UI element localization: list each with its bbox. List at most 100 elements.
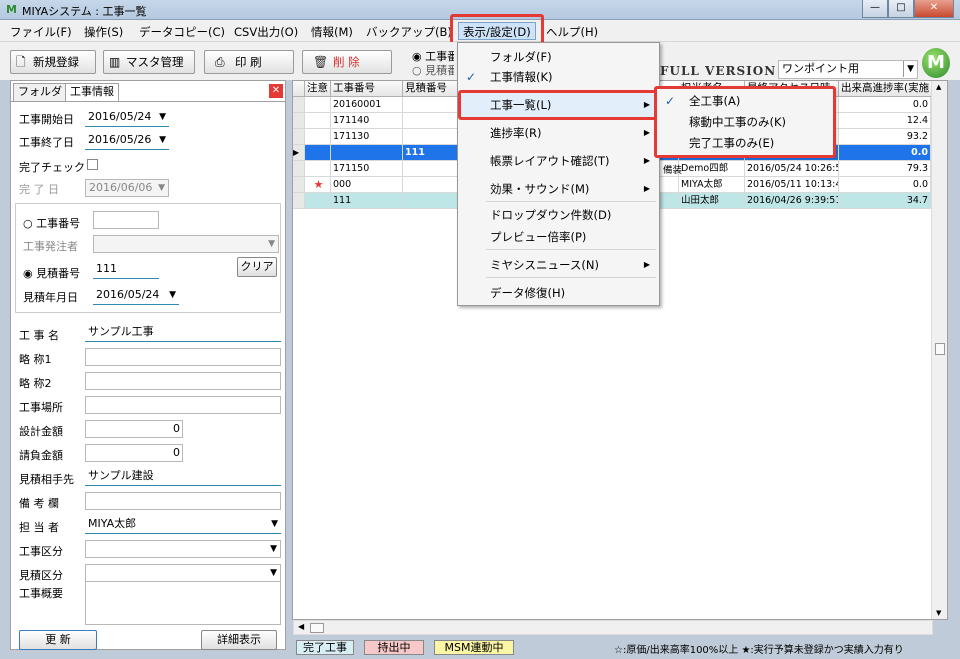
grid-cell[interactable]: [305, 129, 331, 145]
complete-checkbox[interactable]: [87, 159, 98, 170]
menu-help[interactable]: ヘルプ(H): [546, 24, 598, 40]
grid-cell[interactable]: ★: [305, 177, 331, 193]
grid-cell[interactable]: 20160001: [331, 97, 403, 113]
grid-cell[interactable]: 111: [403, 145, 463, 161]
short-name1-input[interactable]: [85, 348, 281, 366]
grid-cell[interactable]: [305, 113, 331, 129]
h-scrollbar-thumb[interactable]: [310, 623, 324, 633]
grid-cell[interactable]: 0.0: [839, 97, 931, 113]
menu-item-data-repair[interactable]: データ修復(H): [458, 281, 658, 305]
radio-mitsumori-number[interactable]: ◉ 見積番号: [23, 265, 80, 281]
maximize-button[interactable]: □: [888, 0, 914, 18]
tab-folder[interactable]: フォルダ: [13, 83, 67, 101]
delete-button[interactable]: 🗑 削 除: [302, 50, 392, 74]
menu-item-dropdown-count[interactable]: ドロップダウン件数(D): [458, 203, 658, 227]
end-date-input[interactable]: 2016/05/26 ▼: [85, 132, 169, 150]
koji-name-input[interactable]: サンプル工事: [85, 324, 281, 342]
mode-select[interactable]: ワンポイント用 ▼: [778, 60, 918, 79]
menu-file[interactable]: ファイル(F): [10, 24, 72, 40]
grid-cell[interactable]: [305, 161, 331, 177]
menu-operation[interactable]: 操作(S): [84, 24, 123, 40]
mitsumori-number-input[interactable]: 111: [93, 261, 159, 279]
grid-cell[interactable]: 111: [331, 193, 403, 209]
col-header[interactable]: 出来高進捗率(実施: [839, 81, 937, 97]
grid-cell[interactable]: 12.4: [839, 113, 931, 129]
menu-item-preview-zoom[interactable]: プレビュー倍率(P): [458, 225, 658, 249]
grid-cell[interactable]: [305, 145, 331, 161]
koji-category-select[interactable]: ▼: [85, 540, 281, 558]
grid-cell[interactable]: [403, 177, 463, 193]
menu-item-progress[interactable]: 進捗率(R) ▶: [458, 121, 658, 145]
horizontal-scrollbar[interactable]: ◀: [293, 620, 933, 635]
grid-cell[interactable]: 93.2: [839, 129, 931, 145]
menu-backup[interactable]: バックアップ(B): [366, 24, 456, 40]
menu-item-layout[interactable]: 帳票レイアウト確認(T) ▶: [458, 149, 658, 173]
row-header[interactable]: [293, 97, 305, 113]
grid-cell[interactable]: [305, 193, 331, 209]
scroll-left-icon[interactable]: ◀: [298, 622, 304, 631]
menu-data-copy[interactable]: データコピー(C): [139, 24, 225, 40]
grid-cell[interactable]: [403, 97, 463, 113]
vertical-scrollbar[interactable]: ▲ ▼: [931, 81, 947, 619]
grid-cell[interactable]: 171130: [331, 129, 403, 145]
location-input[interactable]: [85, 396, 281, 414]
grid-cell[interactable]: MIYA太郎: [679, 177, 745, 193]
complete-date-input[interactable]: 2016/06/06 ▼: [85, 179, 169, 197]
row-header[interactable]: [293, 129, 305, 145]
grid-cell[interactable]: [403, 129, 463, 145]
remarks-input[interactable]: [85, 492, 281, 510]
person-select[interactable]: MIYA太郎 ▼: [85, 516, 281, 534]
menu-info[interactable]: 情報(M): [311, 24, 353, 40]
grid-cell[interactable]: [403, 113, 463, 129]
update-button[interactable]: 更 新: [19, 630, 97, 650]
grid-cell[interactable]: 2016/04/26 9:39:51: [745, 193, 839, 209]
radio-mitsumori-top[interactable]: ○ 見積番号: [412, 62, 454, 78]
grid-cell[interactable]: Demo四郎: [679, 161, 745, 177]
grid-cell[interactable]: 2016/05/11 10:13:4: [745, 177, 839, 193]
detail-button[interactable]: 詳細表示: [201, 630, 277, 650]
grid-cell[interactable]: 171150: [331, 161, 403, 177]
contract-amount-input[interactable]: 0: [85, 444, 183, 462]
menu-item-news[interactable]: ミヤシスニュース(N) ▶: [458, 253, 658, 277]
menu-item-sound[interactable]: 効果・サウンド(M) ▶: [458, 177, 658, 201]
close-window-button[interactable]: ✕: [914, 0, 954, 18]
print-button[interactable]: ⎙ 印 刷: [204, 50, 294, 74]
row-header[interactable]: [293, 161, 305, 177]
clear-button[interactable]: クリア: [237, 257, 277, 277]
scroll-up-icon[interactable]: ▲: [936, 83, 941, 91]
row-header[interactable]: [293, 193, 305, 209]
grid-cell[interactable]: 171140: [331, 113, 403, 129]
grid-cell[interactable]: 山田太郎: [679, 193, 745, 209]
grid-cell[interactable]: 79.3: [839, 161, 931, 177]
menu-item-koji-info[interactable]: ✓ 工事情報(K): [458, 65, 658, 89]
menu-csv-output[interactable]: CSV出力(O): [234, 24, 298, 40]
estimate-category-select[interactable]: ▼: [85, 564, 281, 582]
mitsumori-date-input[interactable]: 2016/05/24 ▼: [93, 287, 179, 305]
minimize-button[interactable]: —: [862, 0, 888, 18]
grid-cell[interactable]: [403, 193, 463, 209]
orderer-select[interactable]: ▼: [93, 235, 279, 253]
grid-cell[interactable]: 0.0: [839, 145, 931, 161]
new-button[interactable]: 🗋 新規登録: [10, 50, 96, 74]
panel-close-icon[interactable]: ✕: [269, 84, 283, 98]
col-header[interactable]: 注意: [305, 81, 331, 97]
short-name2-input[interactable]: [85, 372, 281, 390]
col-header[interactable]: 工事番号: [331, 81, 403, 97]
grid-cell[interactable]: 000: [331, 177, 403, 193]
scroll-down-icon[interactable]: ▼: [936, 609, 941, 617]
grid-cell[interactable]: 0.0: [839, 177, 931, 193]
design-amount-input[interactable]: 0: [85, 420, 183, 438]
row-header[interactable]: ▶: [293, 145, 305, 161]
scrollbar-thumb[interactable]: [935, 343, 945, 355]
grid-cell[interactable]: 34.7: [839, 193, 931, 209]
grid-cell[interactable]: 2016/05/24 10:26:5: [745, 161, 839, 177]
estimate-client-input[interactable]: サンプル建設: [85, 468, 281, 486]
radio-koji-number[interactable]: ○ 工事番号: [23, 215, 80, 231]
master-button[interactable]: ▥ マスタ管理: [103, 50, 195, 74]
row-header[interactable]: [293, 113, 305, 129]
grid-cell[interactable]: [403, 161, 463, 177]
row-header[interactable]: [293, 177, 305, 193]
start-date-input[interactable]: 2016/05/24 ▼: [85, 109, 169, 127]
grid-cell[interactable]: [305, 97, 331, 113]
col-header[interactable]: 見積番号: [403, 81, 463, 97]
